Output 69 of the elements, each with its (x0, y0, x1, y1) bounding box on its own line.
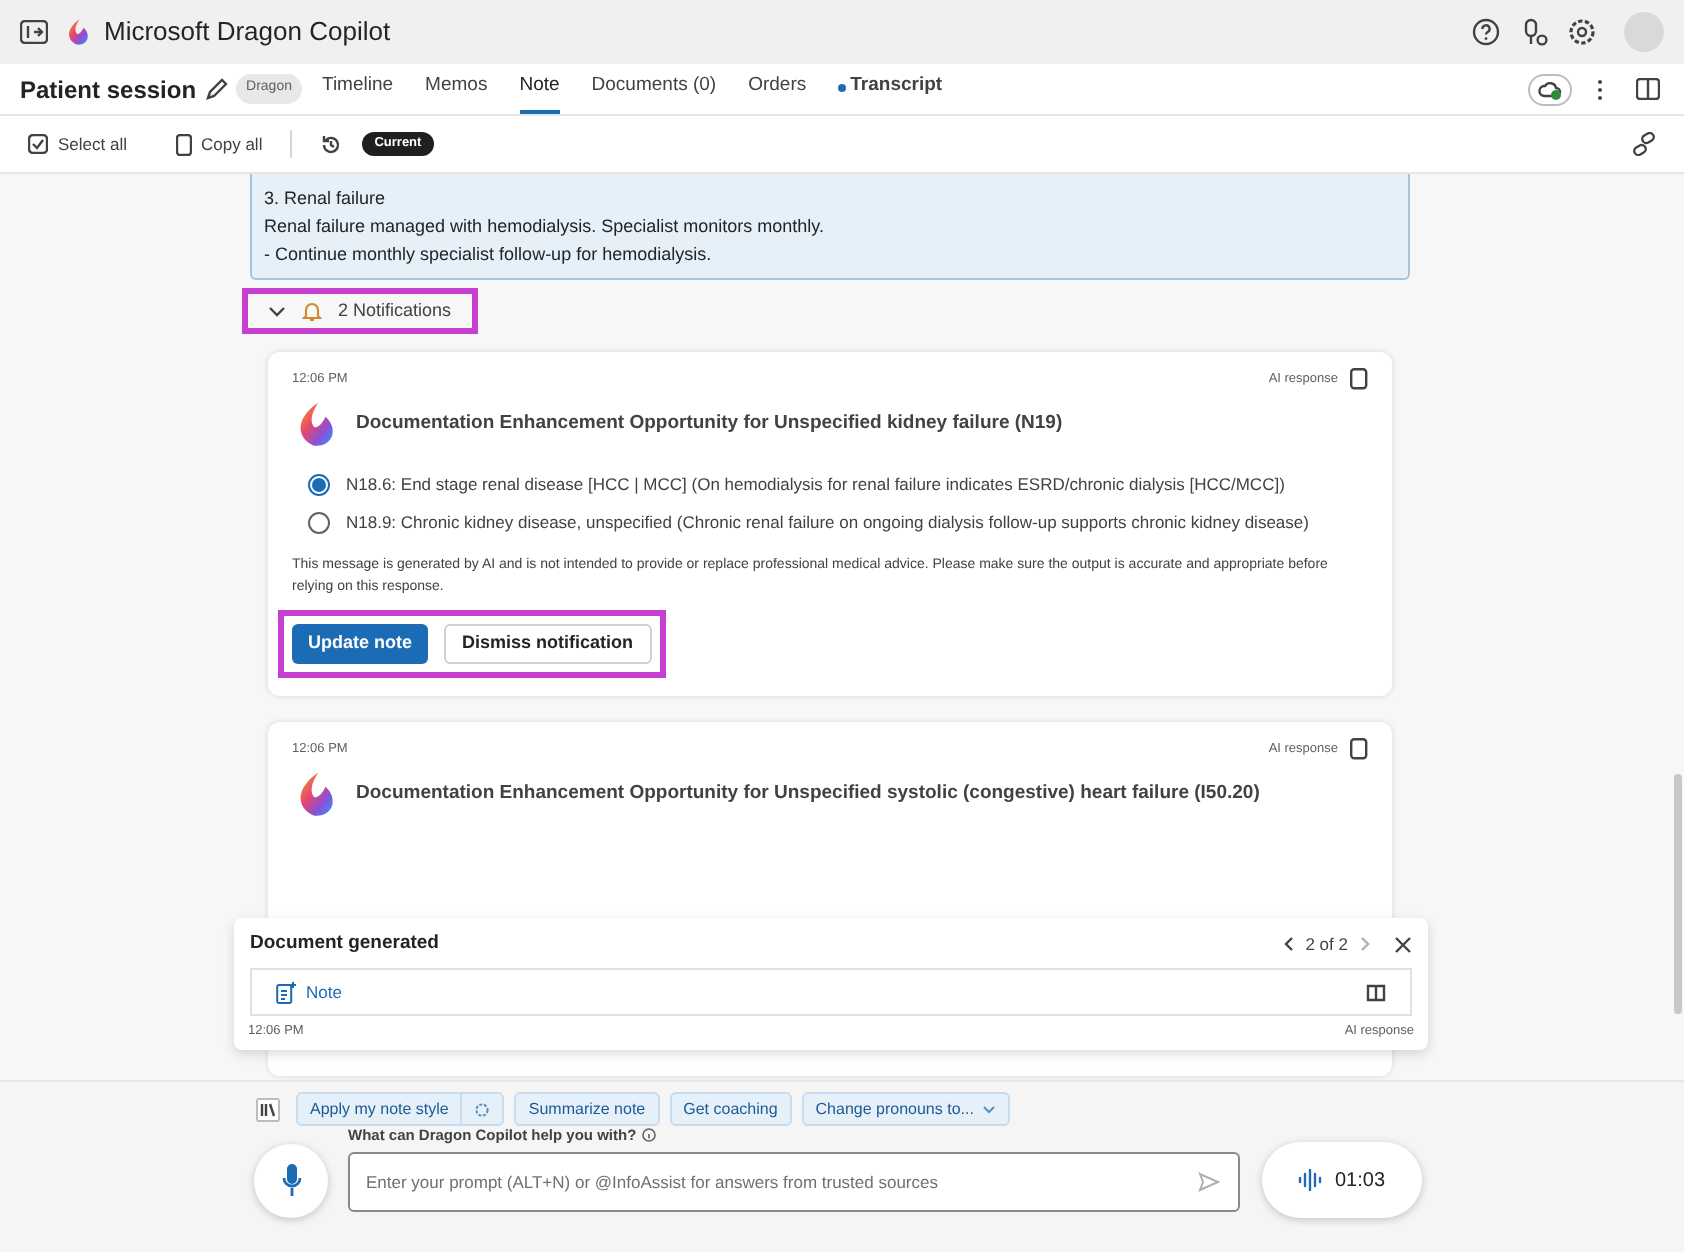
history-icon (320, 133, 343, 155)
microphone-button[interactable] (254, 1143, 328, 1217)
copy-icon (1350, 368, 1368, 390)
option-label: N18.6: End stage renal disease [HCC | MCC] (On hemodialysis for renal failure indicates ESRD/chronic dialysis [HCC/MCC]) (346, 472, 1285, 498)
chevron-right-icon (1360, 936, 1370, 953)
suggestion-chip[interactable]: Apply my note style (296, 1092, 505, 1126)
tab[interactable]: Documents (0) (591, 64, 717, 114)
gear-icon (474, 1101, 491, 1117)
copy-all-button[interactable]: Copy all (175, 131, 263, 157)
option-label: N18.9: Chronic kidney disease, unspecified (Chronic renal failure on ongoing dialysis follow-up supports chronic kidney disease) (346, 510, 1309, 536)
card-title: Documentation Enhancement Opportunity for Unspecified kidney failure (N19) (356, 409, 1063, 438)
document-icon (276, 981, 296, 1004)
bell-icon (302, 300, 322, 322)
note-text-area[interactable]: 3. Renal failure Renal failure managed with hemodialysis. Specialist monitors monthly. - Continue monthly specialist follow-up for hemodialysis. (250, 174, 1410, 280)
prompt-field[interactable]: Enter your prompt (ALT+N) or @InfoAssist for answers from trusted sources (348, 1152, 1240, 1213)
document-link: Note (306, 979, 342, 1006)
copy-button[interactable] (1350, 368, 1368, 390)
tab[interactable]: Timeline (322, 64, 394, 114)
close-icon (1394, 935, 1412, 954)
document-item[interactable]: Note (250, 968, 1412, 1017)
cloud-check-icon (1538, 79, 1562, 99)
note-line: - Continue monthly specialist follow-up for hemodialysis. (264, 242, 714, 268)
close-button[interactable] (1394, 935, 1412, 954)
pencil-icon (204, 77, 229, 101)
pager-text: 2 of 2 (1305, 931, 1348, 957)
library-icon (256, 1097, 280, 1121)
tab[interactable]: Memos (425, 64, 488, 114)
popup-title: Document generated (250, 930, 439, 958)
note-line: Renal failure managed with hemodialysis. Specialist monitors monthly. (264, 214, 826, 240)
more-icon (1596, 77, 1604, 101)
suggestion-chip[interactable]: Get coaching (669, 1092, 792, 1126)
radio-button[interactable] (308, 512, 330, 534)
window-title: Microsoft Dragon Copilot (104, 14, 391, 51)
radio-button[interactable] (308, 474, 330, 496)
sync-button[interactable] (1528, 73, 1572, 105)
recording-time: 01:03 (1334, 1167, 1386, 1195)
help-icon (1472, 18, 1500, 46)
note-line: 3. Renal failure (264, 186, 388, 212)
microphone-settings-icon (1520, 18, 1548, 46)
caret-icon (981, 1105, 996, 1113)
send-icon (1198, 1172, 1220, 1193)
session-title: Patient session (20, 73, 197, 107)
copy-icon (175, 133, 191, 155)
suggestion-chip[interactable]: Change pronouns to... (801, 1092, 1010, 1126)
waveform-icon (1298, 1168, 1323, 1192)
recording-button[interactable]: 01:03 (1262, 1142, 1422, 1218)
panel-icon (20, 20, 48, 44)
microphone-icon (281, 1164, 301, 1196)
copy-icon (1350, 738, 1368, 760)
select-all-button[interactable]: Select all (28, 131, 127, 157)
split-panel-icon (1636, 78, 1660, 100)
settings-icon (1568, 18, 1596, 46)
book-icon (1366, 983, 1386, 1002)
update-note-button[interactable]: Update note (292, 624, 429, 664)
notifications-toggle[interactable]: 2 Notifications (242, 288, 478, 334)
card-title: Documentation Enhancement Opportunity for Unspecified systolic (congestive) heart failure (I50.20) (356, 779, 1260, 808)
previous-button[interactable] (1283, 936, 1294, 953)
link-icon (1632, 132, 1656, 156)
copy-button[interactable] (1350, 738, 1368, 760)
chevron-icon (268, 305, 286, 317)
checkbox-icon (28, 134, 48, 154)
chevron-left-icon (1283, 936, 1294, 953)
suggestion-chip[interactable]: Summarize note (514, 1092, 660, 1126)
logo-icon (64, 18, 92, 46)
scrollbar[interactable] (1674, 774, 1682, 1014)
dismiss-button[interactable]: Dismiss notification (444, 624, 652, 664)
info-icon (642, 1128, 657, 1142)
tab[interactable]: Orders (748, 64, 807, 114)
tab[interactable]: Transcript (838, 64, 943, 114)
